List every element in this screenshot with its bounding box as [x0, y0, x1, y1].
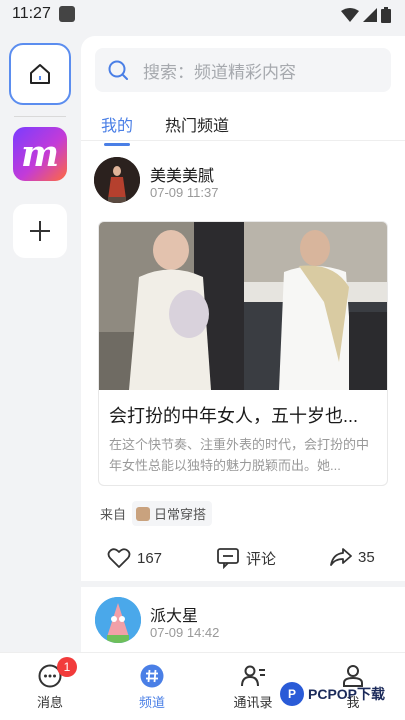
post-actions: 167 评论 35 [81, 541, 405, 577]
post-card[interactable]: 美美美腻 07-09 11:37 会打扮的中年女人，五十岁也... 在这个快节奏… [81, 141, 405, 581]
message-badge: 1 [57, 657, 77, 677]
status-icons [341, 7, 391, 23]
article-card[interactable]: 会打扮的中年女人，五十岁也... 在这个快节奏、注重外表的时代，会打扮的中年女性… [98, 221, 388, 486]
watermark-logo: P [280, 682, 304, 706]
post-source: 来自 日常穿搭 [100, 501, 213, 526]
search-bar[interactable]: 搜索：频道精彩内容 [95, 48, 391, 92]
article-description: 在这个快节奏、注重外表的时代，会打扮的中年女性总能以独特的魅力脱颖而出。她... [109, 437, 370, 473]
status-bar: 11:27 [0, 0, 405, 30]
contacts-icon [241, 665, 265, 687]
like-count: 167 [137, 549, 163, 567]
sidebar-home-button[interactable] [9, 43, 71, 105]
post-author[interactable]: 派大星 [150, 602, 198, 626]
post-separator [81, 581, 405, 587]
channel-thumbnail-icon [136, 506, 151, 521]
status-time: 11:27 [12, 5, 51, 22]
post-time: 07-09 11:37 [150, 185, 219, 200]
wifi-icon [341, 8, 359, 22]
comment-button[interactable]: 评论 [216, 547, 276, 569]
heart-icon [107, 548, 131, 568]
battery-icon [381, 7, 391, 23]
nav-contacts[interactable]: 通讯录 [218, 663, 288, 711]
share-count: 35 [358, 548, 375, 566]
post-time: 07-09 14:42 [150, 625, 220, 640]
article-image [99, 222, 387, 390]
article-title: 会打扮的中年女人，五十岁也... [109, 406, 359, 426]
share-icon [330, 548, 352, 566]
nav-messages[interactable]: 1 消息 [15, 657, 85, 711]
search-placeholder: 搜索：频道精彩内容 [143, 62, 296, 82]
sidebar-divider [14, 116, 66, 117]
hashtag-icon [140, 664, 164, 688]
nav-channels[interactable]: 频道 [117, 663, 187, 711]
notification-app-icon [59, 6, 75, 22]
search-icon [108, 60, 128, 80]
watermark: P PCPOP下载 [280, 682, 385, 706]
home-icon [30, 64, 50, 84]
main-content: 搜索：频道精彩内容 我的 热门频道 美美美腻 07-09 11:37 会打扮的中… [81, 36, 405, 652]
comment-icon [217, 548, 239, 569]
channel-chip[interactable]: 日常穿搭 [132, 501, 213, 526]
channel-name: 日常穿搭 [154, 507, 207, 522]
avatar[interactable] [94, 157, 140, 203]
post-author[interactable]: 美美美腻 [150, 162, 214, 186]
comment-label: 评论 [246, 550, 277, 568]
sidebar-add-channel-button[interactable] [13, 204, 67, 258]
avatar[interactable] [95, 597, 141, 643]
watermark-text: PCPOP下载 [308, 686, 386, 702]
plus-icon [30, 221, 50, 241]
signal-icon [363, 8, 377, 22]
channel-sidebar: m [0, 30, 80, 652]
nav-label: 频道 [138, 695, 165, 710]
nav-label: 通讯录 [233, 695, 273, 710]
share-button[interactable]: 35 [330, 547, 375, 567]
source-label: 来自 [100, 507, 127, 522]
nav-label: 消息 [36, 695, 63, 710]
sidebar-channel-m-logo[interactable]: m [13, 127, 67, 181]
like-button[interactable]: 167 [107, 547, 162, 569]
